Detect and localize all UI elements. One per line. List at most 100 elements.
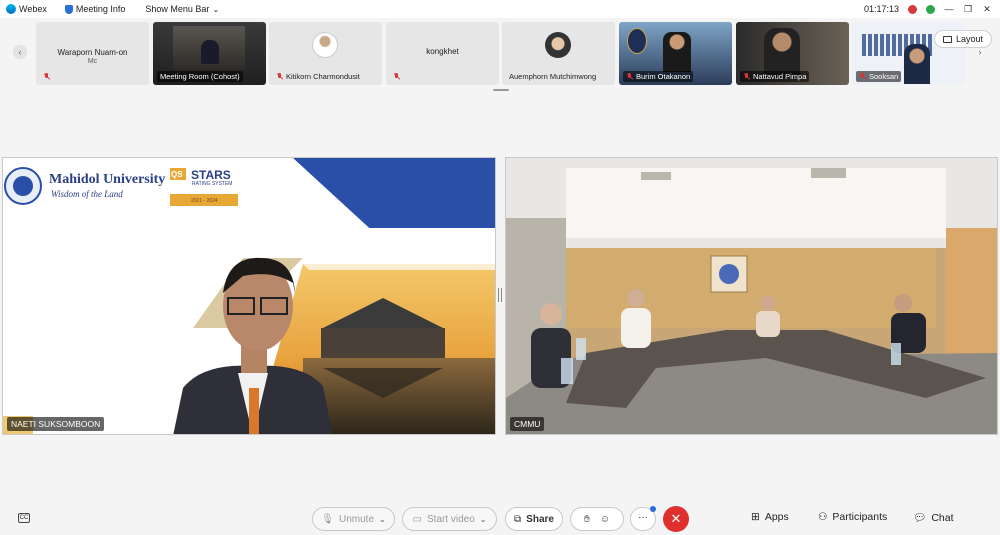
- video-stage-left[interactable]: Mahidol University Wisdom of the Land QS…: [2, 157, 496, 435]
- restore-icon[interactable]: ❐: [963, 4, 973, 14]
- participant-role: Mc: [87, 58, 98, 65]
- more-options-icon: ···: [638, 511, 648, 523]
- top-bar: Webex Meeting Info Show Menu Bar ⌄ 01:17…: [0, 0, 1000, 18]
- share-button[interactable]: ⧉ Share: [505, 507, 563, 531]
- close-icon: ✕: [670, 511, 682, 526]
- participant-name: Waraporn Nuam-on: [57, 48, 128, 57]
- video-figure: [201, 40, 219, 64]
- participant-label: Burim Otakanon: [623, 71, 694, 82]
- app-name: Webex: [19, 4, 47, 14]
- recording-indicator-icon[interactable]: [908, 4, 917, 14]
- participant-label: [390, 72, 403, 82]
- webex-logo-icon: [6, 4, 16, 14]
- participant-label: Nattavud Pimpa: [740, 71, 810, 82]
- university-tagline: Wisdom of the Land: [51, 189, 123, 199]
- participant-label: Auemphorn Mutchimwong: [506, 71, 599, 82]
- stars-rating-system: RATING SYSTEM: [192, 181, 233, 187]
- close-icon[interactable]: ✕: [982, 4, 992, 14]
- meeting-info-button[interactable]: Meeting Info: [64, 4, 126, 14]
- participant-tile[interactable]: Auemphorn Mutchimwong: [502, 22, 615, 85]
- connection-status-icon[interactable]: [926, 4, 935, 14]
- apps-button[interactable]: ⊞ Apps: [751, 511, 789, 523]
- shield-icon: [64, 4, 73, 14]
- end-call-button[interactable]: ✕: [663, 506, 689, 532]
- meeting-info-label: Meeting Info: [75, 4, 126, 14]
- video-figure: [904, 44, 930, 84]
- participant-tile[interactable]: Waraporn Nuam-on Mc: [36, 22, 149, 85]
- unmute-button[interactable]: 🎙︎ Unmute ⌄: [312, 507, 395, 531]
- layout-icon: [942, 35, 952, 43]
- participants-button[interactable]: ⚇ Participants: [818, 511, 887, 523]
- more-options-button[interactable]: ···: [630, 506, 656, 531]
- participant-tile[interactable]: Meeting Room (Cohost): [153, 22, 266, 85]
- participant-strip: ‹ Waraporn Nuam-on Mc Meeting Room (Coho…: [0, 21, 1000, 87]
- participant-name-tag: NAETI SUKSOMBOON: [7, 417, 105, 431]
- participant-name: Nattavud Pimpa: [753, 72, 807, 81]
- chevron-down-icon: ⌄: [212, 4, 220, 14]
- layout-label: Layout: [955, 34, 984, 44]
- stars-years: 2021 - 2024: [191, 198, 218, 204]
- mic-muted-icon: [743, 72, 750, 81]
- participant-tile[interactable]: Nattavud Pimpa: [736, 22, 849, 85]
- share-icon: ⧉: [514, 513, 522, 525]
- participant-name: Kitikorn Charmondusit: [286, 72, 360, 81]
- start-video-label: Start video: [426, 513, 475, 525]
- participant-name: Auemphorn Mutchimwong: [509, 72, 597, 81]
- minimize-icon[interactable]: —: [944, 4, 954, 14]
- chat-button[interactable]: 💬︎ Chat: [913, 511, 954, 525]
- participant-label: Kitikorn Charmondusit: [273, 71, 363, 82]
- mic-muted-icon: [276, 72, 283, 81]
- avatar: [312, 32, 338, 58]
- webex-menu[interactable]: Webex: [6, 4, 47, 14]
- notification-dot: [650, 506, 656, 512]
- participant-name-tag: CMMU: [510, 417, 545, 431]
- reactions-group: ✋︎ ☺: [570, 507, 624, 531]
- unmute-label: Unmute: [338, 513, 374, 525]
- chat-label: Chat: [931, 511, 954, 524]
- meeting-controls: CC 🎙︎ Unmute ⌄ ▭ Start video ⌄ ⧉ Share ✋…: [0, 506, 1000, 532]
- participant-tile[interactable]: Kitikorn Charmondusit: [269, 22, 382, 85]
- mic-muted-icon: [626, 72, 633, 81]
- participant-name: Sooksan: [869, 72, 899, 81]
- show-menu-bar-button[interactable]: Show Menu Bar ⌄: [145, 4, 219, 14]
- participant-tile[interactable]: Burim Otakanon: [619, 22, 732, 85]
- university-name: Mahidol University: [49, 172, 166, 187]
- mic-muted-icon: [393, 73, 400, 81]
- emoji-reaction-icon[interactable]: ☺: [600, 514, 610, 525]
- video-logo: [627, 28, 647, 54]
- chat-icon: 💬︎: [913, 512, 927, 524]
- video-off-icon: ▭: [412, 513, 422, 525]
- participant-label: Meeting Room (Cohost): [157, 71, 243, 82]
- participant-name: Meeting Room (Cohost): [160, 72, 240, 81]
- video-figure: [663, 32, 691, 72]
- participant-tile[interactable]: kongkhet: [386, 22, 499, 85]
- apps-icon: ⊞: [751, 511, 760, 523]
- participants-icon: ⚇: [818, 511, 828, 523]
- video-stage-right[interactable]: CMMU: [505, 157, 998, 435]
- mic-muted-icon: [859, 72, 866, 81]
- mic-muted-icon: 🎙︎: [321, 513, 334, 525]
- participants-label: Participants: [832, 511, 888, 523]
- avatar: [545, 32, 571, 58]
- participant-label: Sooksan: [856, 71, 902, 82]
- chevron-down-icon[interactable]: ⌄: [379, 515, 386, 524]
- chevron-right-icon[interactable]: ›: [973, 45, 987, 59]
- qs-badge: QS: [171, 170, 183, 179]
- participant-name: kongkhet: [426, 47, 459, 56]
- start-video-button[interactable]: ▭ Start video ⌄: [402, 507, 497, 531]
- stage-split-handle[interactable]: [498, 288, 502, 302]
- show-menu-bar-label: Show Menu Bar: [145, 4, 210, 14]
- meeting-timer: 01:17:13: [863, 4, 899, 14]
- raise-hand-icon[interactable]: ✋︎: [584, 514, 590, 525]
- chevron-left-icon[interactable]: ‹: [13, 45, 27, 59]
- participant-label: [40, 72, 53, 82]
- video-frame-presenter: [3, 158, 495, 434]
- mic-muted-icon: [43, 73, 50, 81]
- apps-label: Apps: [764, 511, 789, 523]
- captions-icon[interactable]: CC: [18, 513, 30, 523]
- share-label: Share: [526, 513, 554, 525]
- participant-name: Burim Otakanon: [636, 72, 691, 81]
- strip-resize-handle[interactable]: [493, 89, 509, 91]
- chevron-down-icon[interactable]: ⌄: [480, 515, 487, 524]
- video-thumbnail: [173, 26, 245, 70]
